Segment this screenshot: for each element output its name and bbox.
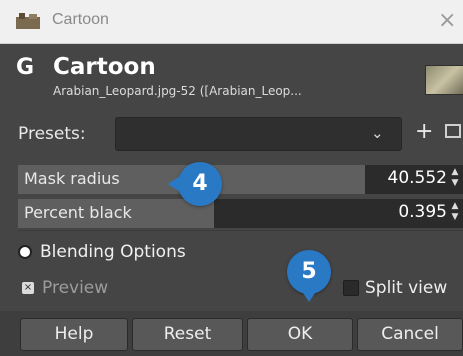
mask-radius-slider[interactable]: Mask radius 40.552 ▲ ▼ xyxy=(18,165,463,194)
mask-radius-label: Mask radius xyxy=(24,169,120,188)
step-badge-5: 5 xyxy=(287,250,331,302)
window-titlebar: Cartoon × xyxy=(0,0,463,44)
spin-arrows-icon[interactable]: ▲ ▼ xyxy=(449,167,461,189)
image-thumbnail xyxy=(425,65,463,95)
split-view-label: Split view xyxy=(365,278,448,298)
cancel-button[interactable]: Cancel xyxy=(357,318,463,351)
preview-label: Preview xyxy=(42,278,109,298)
divider xyxy=(18,230,463,231)
checkbox-unchecked-icon xyxy=(343,280,359,296)
ok-button[interactable]: OK xyxy=(247,318,353,351)
window-title: Cartoon xyxy=(52,11,109,28)
percent-black-value[interactable]: 0.395 xyxy=(398,202,447,222)
blending-options-expander[interactable]: Blending Options xyxy=(18,242,186,262)
preset-menu-icon[interactable] xyxy=(445,124,461,138)
image-subtitle: Arabian_Leopard.jpg-52 ([Arabian_Leop... xyxy=(53,84,302,98)
reset-button[interactable]: Reset xyxy=(132,318,243,351)
split-view-checkbox[interactable]: Split view xyxy=(343,278,447,298)
dialog-title: Cartoon xyxy=(53,54,156,80)
percent-black-slider[interactable]: Percent black 0.395 ▲ ▼ xyxy=(18,199,463,228)
gegl-logo-icon: G xyxy=(16,55,35,80)
add-preset-icon[interactable]: + xyxy=(415,119,433,144)
chevron-down-icon[interactable]: ⌄ xyxy=(371,124,384,142)
mask-radius-value[interactable]: 40.552 xyxy=(388,168,447,188)
preview-checkbox[interactable]: × Preview xyxy=(22,278,108,298)
expander-icon xyxy=(18,245,32,259)
checkbox-checked-icon: × xyxy=(22,282,34,294)
presets-label: Presets: xyxy=(18,124,86,144)
step-badge-4: 4 xyxy=(168,162,222,206)
close-icon[interactable]: × xyxy=(438,8,456,33)
spin-arrows-icon[interactable]: ▲ ▼ xyxy=(449,201,461,223)
presets-combo[interactable] xyxy=(115,117,402,151)
blending-options-label: Blending Options xyxy=(40,242,186,262)
percent-black-label: Percent black xyxy=(24,203,132,222)
help-button[interactable]: Help xyxy=(20,318,128,351)
gimp-app-icon xyxy=(16,13,40,29)
